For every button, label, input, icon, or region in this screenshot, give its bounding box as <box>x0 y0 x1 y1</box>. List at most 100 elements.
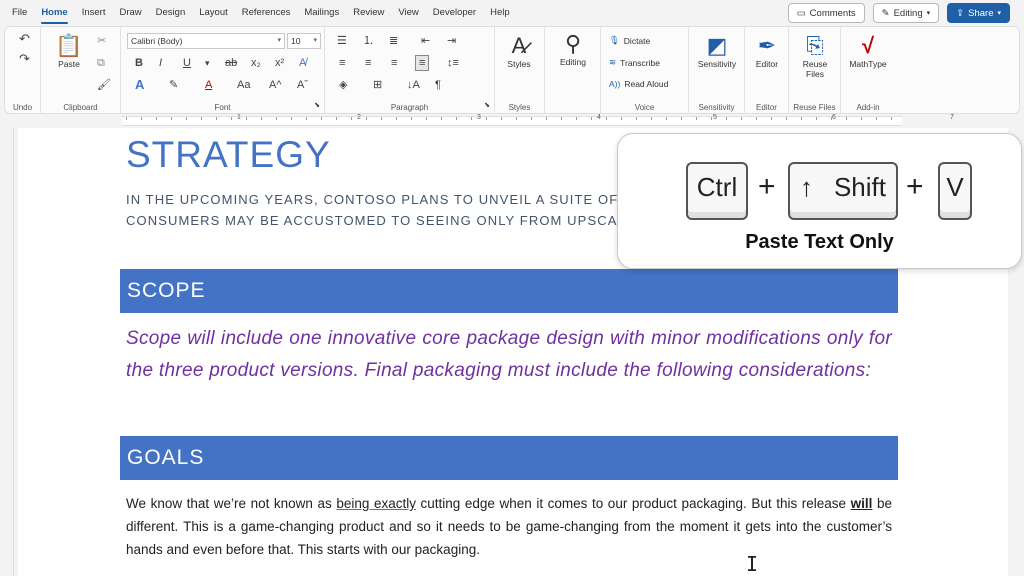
shrink-font-icon[interactable]: Aˇ <box>297 79 308 91</box>
font-size-dropdown[interactable]: 10 ▾ <box>287 33 321 49</box>
vertical-ruler[interactable] <box>0 128 14 576</box>
clear-formatting-icon[interactable]: A̸ <box>299 57 306 69</box>
ruler-tick <box>831 117 832 120</box>
tab-review[interactable]: Review <box>353 0 384 26</box>
dialog-launcher-icon[interactable]: ⬊ <box>314 100 320 112</box>
copy-icon[interactable]: ⧉ <box>97 57 105 69</box>
styles-button[interactable]: A̷ Styles <box>499 33 539 69</box>
change-case-icon[interactable]: Aa <box>237 79 250 91</box>
editing-button[interactable]: ⚲ Editing <box>551 31 595 67</box>
italic-icon[interactable]: I <box>159 57 162 69</box>
dialog-launcher-icon[interactable]: ⬊ <box>484 100 490 112</box>
bullets-icon[interactable]: ☰ <box>337 35 347 47</box>
reuse-files-line2: Files <box>806 69 824 79</box>
shortcut-overlay: Ctrl + ↑ Shift + V Paste Text Only <box>617 133 1022 269</box>
tab-layout[interactable]: Layout <box>199 0 228 26</box>
chevron-down-icon[interactable]: ▾ <box>205 57 210 69</box>
align-right-icon[interactable]: ≡ <box>391 57 397 69</box>
up-arrow-icon: ↑ <box>800 172 813 202</box>
decrease-indent-icon[interactable]: ⇤ <box>421 35 430 47</box>
ctrl-key-label: Ctrl <box>696 172 738 202</box>
goals-underlined-text: being exactly <box>336 496 416 511</box>
word-window: File Home Insert Draw Design Layout Refe… <box>0 0 1024 576</box>
align-center-icon[interactable]: ≡ <box>365 57 371 69</box>
editing-button-label: Editing <box>560 57 586 67</box>
borders-icon[interactable]: ⊞ <box>373 79 382 91</box>
editor-group-label: Editor <box>756 103 777 112</box>
line-spacing-icon[interactable]: ↕≡ <box>447 57 459 69</box>
editor-pen-icon: ✒ <box>757 33 777 58</box>
ruler-tick <box>546 117 547 120</box>
bold-icon[interactable]: B <box>135 57 143 69</box>
editing-group: ⚲ Editing <box>545 27 601 115</box>
redo-icon[interactable]: ↷ <box>19 52 30 65</box>
dictate-button[interactable]: 🎙 Dictate <box>609 35 650 46</box>
reuse-files-line1: Reuse <box>802 59 828 69</box>
tab-references[interactable]: References <box>242 0 291 26</box>
paste-button[interactable]: 📋 Paste <box>51 33 87 69</box>
tab-design[interactable]: Design <box>156 0 186 26</box>
paste-label: Paste <box>58 59 80 69</box>
highlighter-icon[interactable]: ✎ <box>169 79 178 91</box>
clipboard-group-label: Clipboard <box>63 103 98 112</box>
tab-developer[interactable]: Developer <box>433 0 476 26</box>
numbering-icon[interactable]: ⒈ <box>363 35 374 47</box>
ruler-tick <box>696 117 697 120</box>
editing-mode-button[interactable]: ✎ Editing ▾ <box>872 3 940 23</box>
show-formatting-icon[interactable]: ¶ <box>435 79 441 91</box>
undo-icon[interactable]: ↶ <box>19 32 30 45</box>
ruler-tick <box>891 117 892 120</box>
ruler-tick <box>291 117 292 120</box>
grow-font-icon[interactable]: A^ <box>269 79 282 91</box>
tab-file[interactable]: File <box>12 0 27 26</box>
scope-heading: SCOPE <box>120 269 898 313</box>
reuse-files-button[interactable]: ⎘ Reuse Files <box>791 33 839 79</box>
font-name-dropdown[interactable]: Calibri (Body) ▾ <box>127 33 285 49</box>
styles-button-label: Styles <box>507 59 531 69</box>
text-cursor-icon: I <box>746 552 759 576</box>
tab-home[interactable]: Home <box>41 0 69 26</box>
tab-mailings[interactable]: Mailings <box>304 0 339 26</box>
cut-icon[interactable]: ✂ <box>97 35 106 47</box>
ruler-tick <box>336 117 337 120</box>
increase-indent-icon[interactable]: ⇥ <box>447 35 456 47</box>
text-effects-icon[interactable]: A <box>135 78 144 91</box>
editor-group: ✒ Editor Editor <box>745 27 789 115</box>
horizontal-ruler[interactable]: 1 2 3 4 5 6 7 <box>0 114 1024 128</box>
menu-bar: File Home Insert Draw Design Layout Refe… <box>0 0 1024 26</box>
tab-insert[interactable]: Insert <box>82 0 106 26</box>
multilevel-list-icon[interactable]: ≣ <box>389 35 398 47</box>
mathtype-button[interactable]: √ MathType <box>843 33 893 69</box>
reuse-files-group-label: Reuse Files <box>793 103 836 112</box>
superscript-icon[interactable]: x² <box>275 57 284 69</box>
addin-group: √ MathType Add-in <box>841 27 895 115</box>
transcribe-button[interactable]: ≋ Transcribe <box>609 57 660 68</box>
pencil-icon: ✎ <box>881 7 890 19</box>
font-color-icon[interactable]: A <box>205 79 212 91</box>
read-aloud-button[interactable]: A)) Read Aloud <box>609 79 668 89</box>
sensitivity-icon: ◩ <box>706 33 728 58</box>
ruler-tick <box>216 117 217 120</box>
ruler-tick <box>471 117 472 120</box>
ruler-tick <box>246 117 247 120</box>
shortcut-caption: Paste Text Only <box>745 231 894 253</box>
styles-icon: A̷ <box>511 33 527 58</box>
ruler-tick <box>876 117 877 120</box>
subscript-icon[interactable]: x₂ <box>251 57 261 69</box>
voice-group: 🎙 Dictate ≋ Transcribe A)) Read Aloud Vo… <box>601 27 689 115</box>
ruler-tick <box>351 117 352 120</box>
comments-button[interactable]: ▭ Comments <box>787 3 865 23</box>
share-button[interactable]: ⇪ Share ▾ <box>947 3 1010 23</box>
strikethrough-icon[interactable]: ab <box>225 57 237 69</box>
editor-button[interactable]: ✒ Editor <box>747 33 787 69</box>
sort-icon[interactable]: ↓A <box>407 79 420 91</box>
tab-view[interactable]: View <box>398 0 418 26</box>
underline-icon[interactable]: U <box>183 57 191 69</box>
shading-icon[interactable]: ◈ <box>339 79 347 91</box>
align-left-icon[interactable]: ≡ <box>339 57 345 69</box>
justify-icon[interactable]: ≡ <box>415 55 430 71</box>
format-painter-icon[interactable]: 🖌 <box>97 79 111 91</box>
sensitivity-button[interactable]: ◩ Sensitivity <box>691 33 743 69</box>
tab-help[interactable]: Help <box>490 0 510 26</box>
tab-draw[interactable]: Draw <box>119 0 141 26</box>
